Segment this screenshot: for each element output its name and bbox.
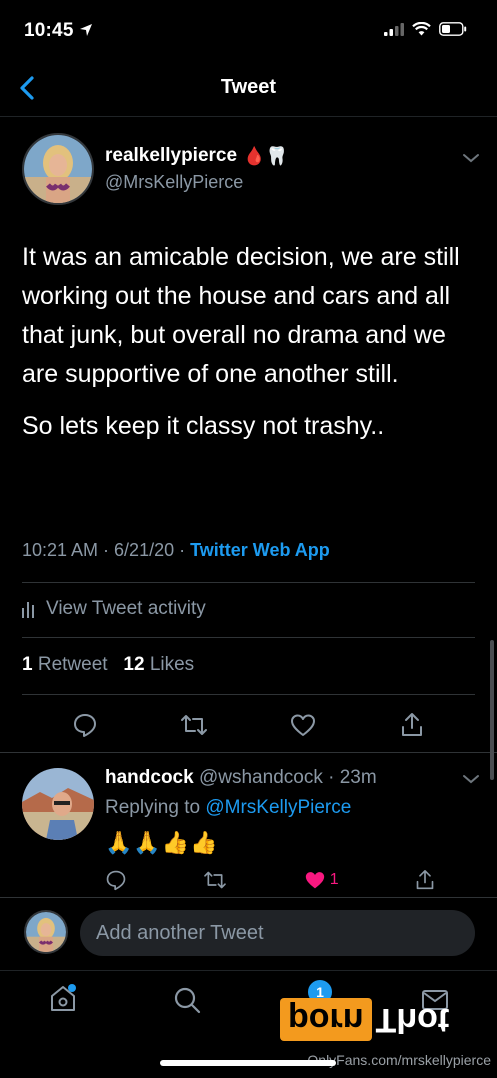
divider [0, 897, 497, 898]
heart-filled-icon [305, 872, 324, 889]
replying-to: Replying to @MrsKellyPierce [105, 797, 351, 819]
watermark-brand-right: Thot [375, 1001, 450, 1039]
replying-to-prefix: Replying to [105, 797, 206, 818]
author-handle[interactable]: @MrsKellyPierce [105, 172, 243, 193]
reply-like-count: 1 [329, 871, 339, 888]
analytics-bars-icon [22, 602, 34, 618]
page-title: Tweet [220, 76, 277, 98]
tweet-paragraph: So lets keep it classy not trashy.. [22, 412, 385, 440]
location-arrow-icon [80, 24, 93, 36]
tweet-text: It was an amicable decision, we are stil… [22, 238, 482, 459]
reply-author-avatar[interactable] [22, 768, 94, 840]
share-icon[interactable] [415, 869, 435, 891]
compose-avatar [24, 910, 68, 954]
retweet-icon[interactable] [203, 870, 227, 890]
author-name-text: realkellypierce [105, 145, 238, 166]
reply-icon [74, 714, 96, 737]
watermark-logo: porn Thot [280, 998, 449, 1041]
tweet-actions [0, 708, 497, 742]
replying-to-handle[interactable]: @MrsKellyPierce [205, 797, 351, 818]
home-icon[interactable] [48, 982, 78, 1014]
retweet-stat[interactable]: 1 Retweet [22, 654, 108, 675]
author-avatar[interactable] [22, 133, 94, 205]
reply-handle-time: @wshandcock · 23m [193, 767, 377, 788]
wifi-icon [412, 22, 431, 36]
reply-header: handcock @wshandcock · 23m [105, 767, 377, 789]
reply-actions: 1 [105, 868, 435, 892]
battery-icon [439, 22, 467, 36]
name-emojis: 🩸🦷 [243, 145, 288, 166]
divider [0, 752, 497, 753]
tweet-menu-chevron-icon[interactable] [462, 152, 480, 164]
likes-label: Likes [144, 654, 195, 675]
signal-icon [384, 22, 404, 36]
watermark-brand-left: porn [280, 998, 372, 1041]
status-indicators [384, 22, 467, 36]
divider [22, 637, 475, 638]
divider [22, 582, 475, 583]
view-tweet-activity[interactable]: View Tweet activity [22, 598, 206, 620]
activity-label: View Tweet activity [46, 598, 206, 619]
reply-icon[interactable] [105, 869, 127, 891]
retweet-icon [181, 715, 207, 735]
engagement-stats: 1 Retweet 12 Likes [22, 654, 194, 676]
scrollbar[interactable] [490, 640, 494, 780]
reply-button[interactable] [40, 708, 130, 742]
reply-like-button[interactable]: 1 [304, 870, 339, 890]
retweet-button[interactable] [149, 708, 239, 742]
heart-icon [291, 714, 315, 736]
tweet-timestamp: 10:21 AM · 6/21/20 · Twitter Web App [22, 540, 330, 561]
share-button[interactable] [367, 708, 457, 742]
like-count: 12 [123, 654, 145, 675]
reply-author-name[interactable]: handcock [105, 767, 194, 788]
status-time: 10:45 [24, 20, 93, 42]
divider [22, 694, 475, 695]
retweet-count: 1 [22, 654, 33, 675]
retweet-label: Retweet [32, 654, 108, 675]
home-indicator[interactable] [160, 1060, 336, 1066]
reply-text: 🙏🙏👍👍 [105, 830, 219, 855]
source-link[interactable]: Twitter Web App [190, 540, 330, 560]
reply-menu-chevron-icon[interactable] [462, 773, 480, 785]
add-another-tweet-input[interactable]: Add another Tweet [80, 910, 475, 956]
tweet-paragraph: It was an amicable decision, we are stil… [22, 243, 460, 388]
likes-stat[interactable]: 12 Likes [123, 654, 194, 675]
like-button[interactable] [258, 708, 348, 742]
search-icon[interactable] [172, 985, 202, 1015]
compose-placeholder: Add another Tweet [96, 921, 264, 944]
author-display-name[interactable]: realkellypierce 🩸🦷 [105, 145, 288, 167]
timestamp-text: 10:21 AM · 6/21/20 · [22, 540, 191, 560]
share-icon [402, 713, 422, 736]
